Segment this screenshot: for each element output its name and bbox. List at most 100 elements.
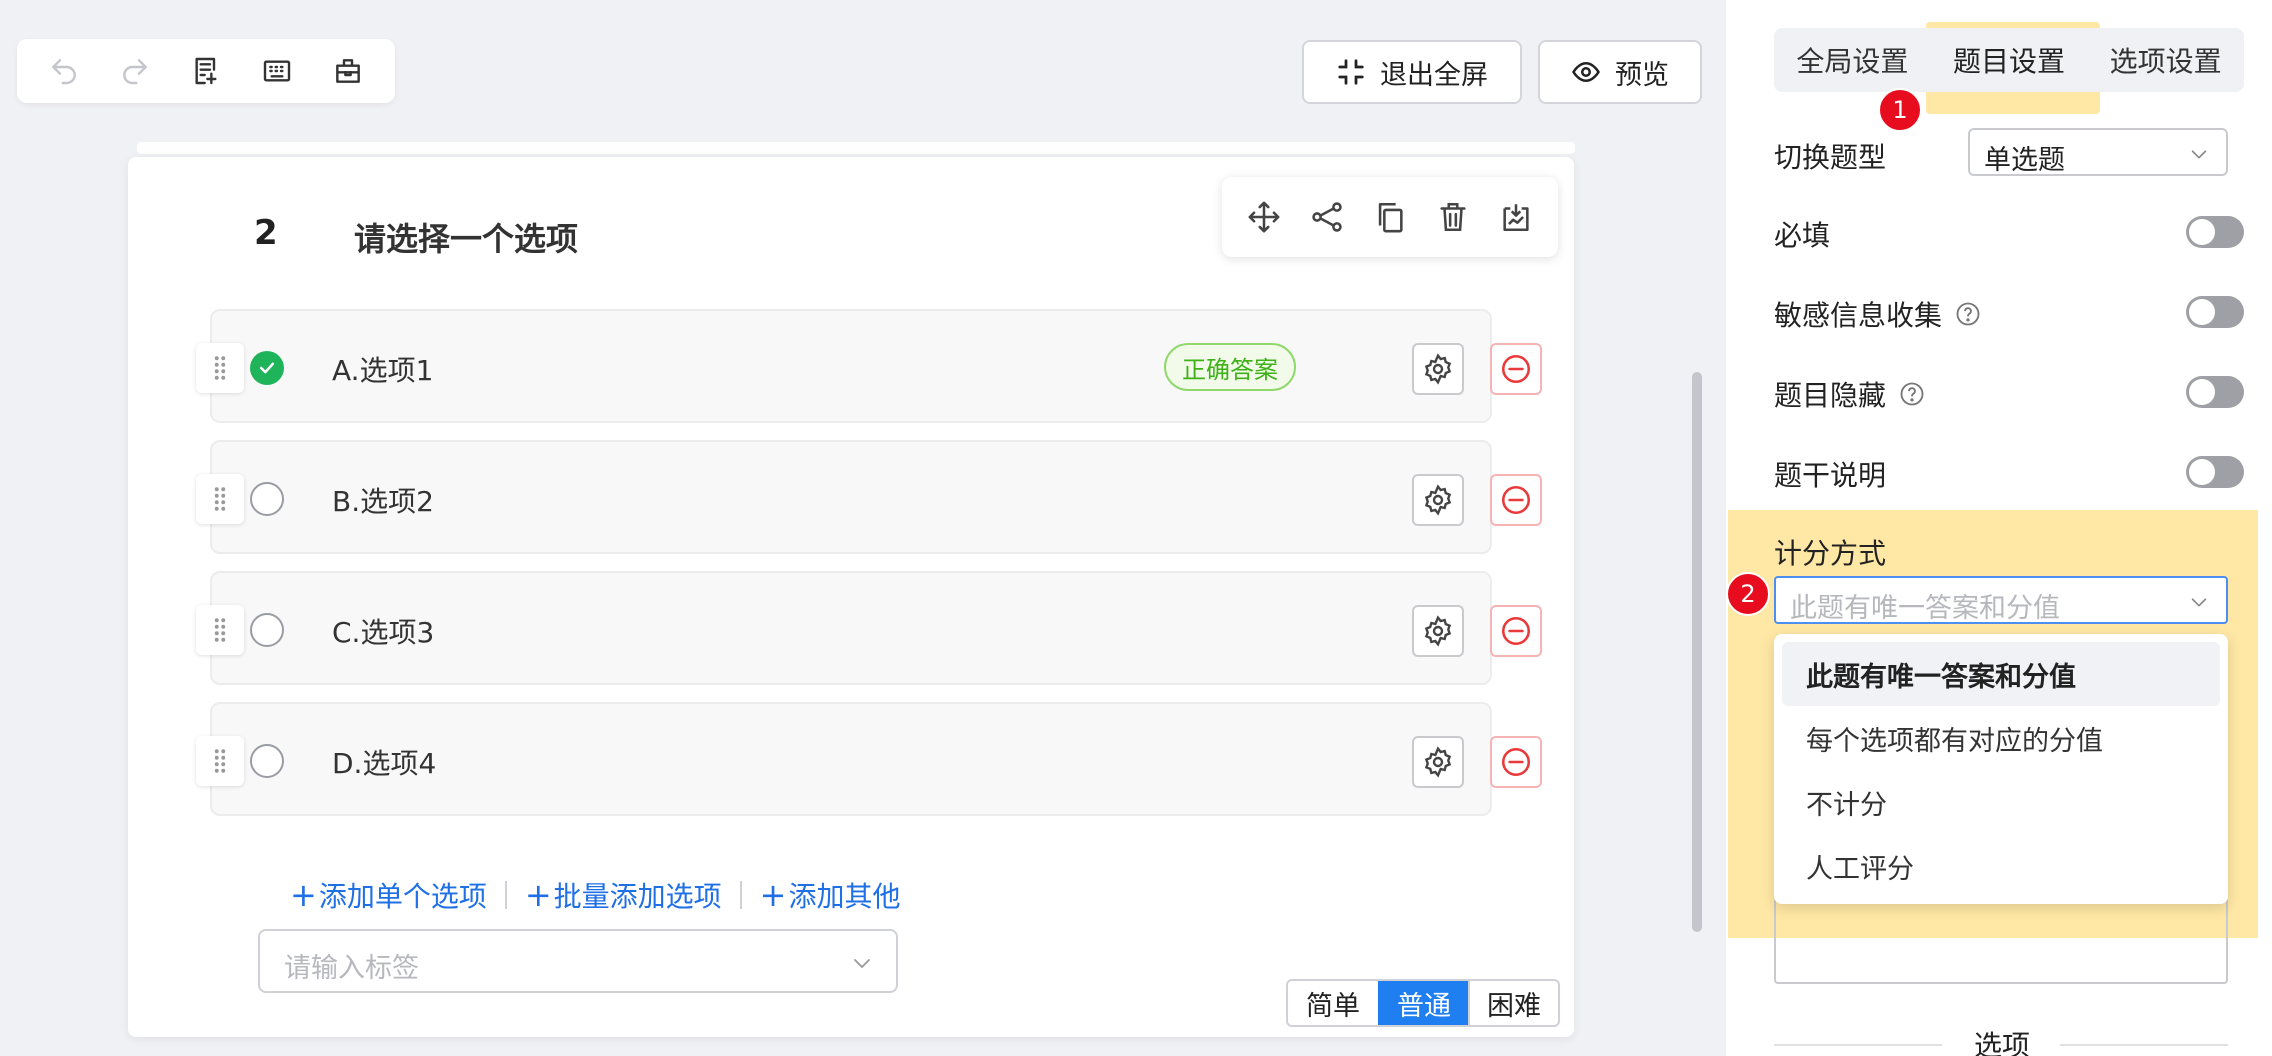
drag-dots-icon <box>214 618 226 642</box>
option-settings-button[interactable] <box>1412 343 1464 395</box>
edit-note-button[interactable] <box>183 46 230 96</box>
option-remove-button[interactable] <box>1490 474 1542 526</box>
switch-type-label: 切换题型 <box>1774 141 1887 174</box>
keyboard-button[interactable] <box>253 46 300 96</box>
gear-icon <box>1424 353 1452 385</box>
toolbox-button[interactable] <box>324 46 371 96</box>
help-icon[interactable] <box>1954 300 1982 328</box>
edit-note-icon <box>195 57 217 85</box>
score-method-placeholder: 此题有唯一答案和分值 <box>1790 593 2060 624</box>
plus-icon: + <box>759 876 787 914</box>
option-settings-button[interactable] <box>1412 736 1464 788</box>
tag-select[interactable]: 请输入标签 <box>258 929 898 993</box>
check-icon <box>259 362 275 374</box>
redo-icon <box>123 59 148 85</box>
correct-answer-tag: 正确答案 <box>1164 343 1296 391</box>
question-circle-icon <box>1900 382 1924 406</box>
save-to-bank-button[interactable] <box>1496 197 1536 237</box>
option-label[interactable]: B.选项2 <box>332 480 434 520</box>
gear-icon <box>1424 484 1452 516</box>
tab-question-settings[interactable]: 题目设置 <box>1931 40 2088 80</box>
add-other-label: 添加其他 <box>788 880 901 913</box>
gear-icon <box>1424 746 1452 778</box>
gear-icon <box>1424 615 1452 647</box>
option-remove-button[interactable] <box>1490 605 1542 657</box>
settings-tabs: 全局设置 题目设置 选项设置 <box>1774 28 2244 92</box>
minus-circle-icon <box>1501 354 1531 384</box>
drag-handle[interactable] <box>196 474 244 524</box>
question-circle-icon <box>1956 302 1980 326</box>
section-divider <box>2060 1044 2228 1046</box>
chevron-down-icon <box>2191 150 2207 159</box>
move-icon <box>1248 201 1280 233</box>
drag-handle[interactable] <box>196 343 244 393</box>
score-option-manual[interactable]: 人工评分 <box>1782 834 2220 898</box>
undo-icon <box>52 59 77 85</box>
option-row-a[interactable]: A.选项1 正确答案 <box>196 309 1542 423</box>
tab-option-settings[interactable]: 选项设置 <box>2087 40 2244 80</box>
previous-card-edge <box>137 142 1575 154</box>
add-single-option-link[interactable]: +添加单个选项 <box>290 875 487 915</box>
option-label[interactable]: D.选项4 <box>332 742 436 782</box>
option-row-c[interactable]: C.选项3 <box>196 571 1542 685</box>
sensitive-label-wrap: 敏感信息收集 <box>1774 294 1982 334</box>
option-label[interactable]: A.选项1 <box>332 349 433 389</box>
step-badge-1: 1 <box>1878 88 1922 132</box>
question-number: 2 <box>254 213 278 253</box>
option-radio[interactable] <box>250 613 284 647</box>
option-row-b[interactable]: B.选项2 <box>196 440 1542 554</box>
option-remove-button[interactable] <box>1490 736 1542 788</box>
copy-button[interactable] <box>1370 197 1410 237</box>
question-card[interactable]: 2 请选择一个选项 A.选项1 正确答案 B.选项2 C.选项3 D.选项4 +… <box>128 157 1574 1037</box>
hidden-toggle[interactable] <box>2186 376 2244 408</box>
option-radio-checked[interactable] <box>250 351 284 385</box>
option-settings-button[interactable] <box>1412 605 1464 657</box>
add-batch-options-link[interactable]: +批量添加选项 <box>525 875 722 915</box>
delete-button[interactable] <box>1433 197 1473 237</box>
stem-desc-row: 题干说明 <box>1774 446 2244 496</box>
preview-button[interactable]: 预览 <box>1538 40 1702 104</box>
score-method-select[interactable]: 此题有唯一答案和分值 <box>1774 576 2228 624</box>
question-actions <box>1222 177 1558 257</box>
score-option-per-option[interactable]: 每个选项都有对应的分值 <box>1782 706 2220 770</box>
canvas-scrollbar[interactable] <box>1692 372 1702 932</box>
sensitive-toggle[interactable] <box>2186 296 2244 328</box>
exit-fullscreen-button[interactable]: 退出全屏 <box>1302 40 1522 104</box>
undo-button[interactable] <box>41 46 88 96</box>
question-title[interactable]: 请选择一个选项 <box>354 214 578 260</box>
required-row: 必填 <box>1774 206 2244 256</box>
editor-toolbar <box>17 39 395 103</box>
stem-desc-toggle[interactable] <box>2186 456 2244 488</box>
question-type-select[interactable]: 单选题 <box>1968 128 2228 176</box>
redo-button[interactable] <box>112 46 159 96</box>
logic-button[interactable] <box>1307 197 1347 237</box>
difficulty-easy[interactable]: 简单 <box>1288 981 1378 1025</box>
difficulty-hard[interactable]: 困难 <box>1468 981 1558 1025</box>
option-settings-button[interactable] <box>1412 474 1464 526</box>
move-button[interactable] <box>1244 197 1284 237</box>
required-label: 必填 <box>1774 219 1831 252</box>
add-other-link[interactable]: +添加其他 <box>760 875 901 915</box>
eye-icon <box>1572 61 1600 83</box>
difficulty-normal[interactable]: 普通 <box>1378 981 1468 1025</box>
options-section-label: 选项 <box>1974 1029 2031 1056</box>
score-method-label: 计分方式 <box>1774 537 1887 570</box>
description-textarea[interactable] <box>1774 900 2228 984</box>
drag-handle[interactable] <box>196 605 244 655</box>
sensitive-label: 敏感信息收集 <box>1774 299 1943 332</box>
drag-handle[interactable] <box>196 736 244 786</box>
option-remove-button[interactable] <box>1490 343 1542 395</box>
plus-icon: + <box>290 876 317 914</box>
option-row-d[interactable]: D.选项4 <box>196 702 1542 816</box>
option-label[interactable]: C.选项3 <box>332 611 434 651</box>
chevron-down-icon <box>2191 598 2207 607</box>
score-option-none[interactable]: 不计分 <box>1782 770 2220 834</box>
help-icon[interactable] <box>1898 380 1926 408</box>
copy-icon <box>1378 202 1403 233</box>
option-radio[interactable] <box>250 744 284 778</box>
chevron-down-icon <box>854 959 870 968</box>
tab-global-settings[interactable]: 全局设置 <box>1774 40 1931 80</box>
score-option-unique[interactable]: 此题有唯一答案和分值 <box>1782 642 2220 706</box>
required-toggle[interactable] <box>2186 216 2244 248</box>
option-radio[interactable] <box>250 482 284 516</box>
